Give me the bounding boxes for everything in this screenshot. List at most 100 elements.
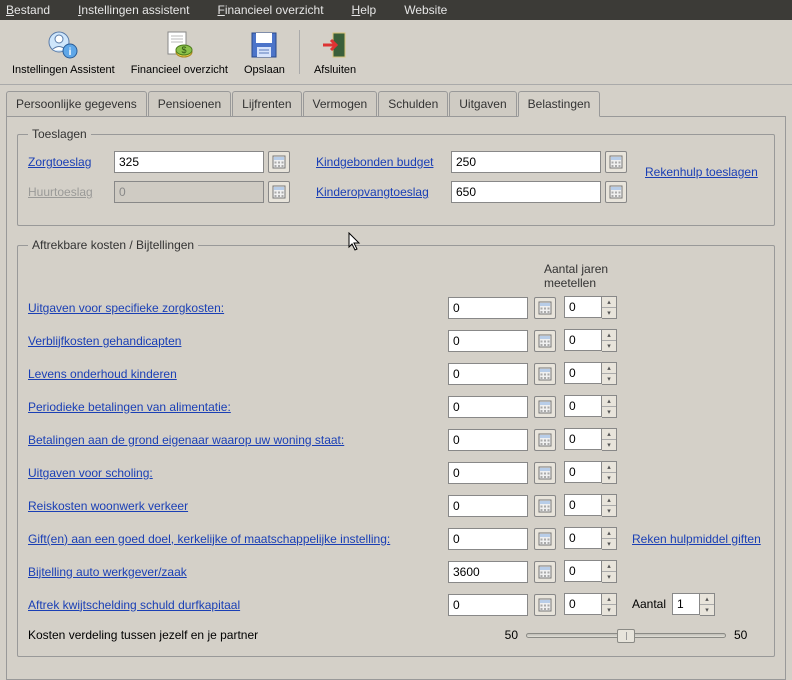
tab-vermogen[interactable]: Vermogen — [303, 91, 378, 117]
tab-belastingen[interactable]: Belastingen — [518, 91, 601, 117]
tab-persoonlijke[interactable]: Persoonlijke gegevens — [6, 91, 147, 117]
years-spinner[interactable]: ▴▾ — [564, 494, 618, 517]
deduction-link[interactable]: Levens onderhoud kinderen — [28, 367, 448, 381]
tab-lijfrenten[interactable]: Lijfrenten — [232, 91, 301, 117]
spinner-up-icon[interactable]: ▴ — [602, 396, 616, 407]
aantal-spinner[interactable]: ▴▾ — [672, 593, 715, 616]
deduction-link[interactable]: Uitgaven voor specifieke zorgkosten: — [28, 301, 448, 315]
years-input[interactable] — [564, 593, 602, 615]
deduction-link[interactable]: Gift(en) aan een goed doel, kerkelijke o… — [28, 532, 448, 546]
years-spinner[interactable]: ▴▾ — [564, 560, 618, 583]
spinner-up-icon[interactable]: ▴ — [602, 561, 616, 572]
deduction-link[interactable]: Bijtelling auto werkgever/zaak — [28, 565, 448, 579]
giften-link[interactable]: Reken hulpmiddel giften — [632, 532, 764, 546]
kinderopvang-input[interactable] — [451, 181, 601, 203]
calculator-icon[interactable] — [534, 528, 556, 550]
deduction-amount-input[interactable] — [448, 561, 528, 583]
spinner-up-icon[interactable]: ▴ — [602, 495, 616, 506]
spinner-down-icon[interactable]: ▾ — [602, 374, 616, 384]
calculator-icon[interactable] — [534, 594, 556, 616]
years-spinner[interactable]: ▴▾ — [564, 461, 618, 484]
spinner-up-icon[interactable]: ▴ — [602, 594, 616, 605]
calculator-icon[interactable] — [534, 363, 556, 385]
spinner-down-icon[interactable]: ▾ — [602, 308, 616, 318]
kindgebonden-link[interactable]: Kindgebonden budget — [316, 155, 451, 169]
tool-financieel[interactable]: $ Financieel overzicht — [123, 26, 236, 78]
spinner-up-icon[interactable]: ▴ — [602, 297, 616, 308]
years-input[interactable] — [564, 494, 602, 516]
spinner-up-icon[interactable]: ▴ — [602, 363, 616, 374]
spinner-down-icon[interactable]: ▾ — [602, 572, 616, 582]
spinner-down-icon[interactable]: ▾ — [602, 407, 616, 417]
years-input[interactable] — [564, 395, 602, 417]
calculator-icon[interactable] — [534, 330, 556, 352]
spinner-down-icon[interactable]: ▾ — [602, 506, 616, 516]
years-spinner[interactable]: ▴▾ — [564, 428, 618, 451]
kindgebonden-input[interactable] — [451, 151, 601, 173]
years-input[interactable] — [564, 560, 602, 582]
calculator-icon[interactable] — [268, 151, 290, 173]
zorgtoeslag-input[interactable] — [114, 151, 264, 173]
deduction-amount-input[interactable] — [448, 330, 528, 352]
deduction-link[interactable]: Uitgaven voor scholing: — [28, 466, 448, 480]
years-spinner[interactable]: ▴▾ — [564, 329, 618, 352]
calculator-icon[interactable] — [605, 181, 627, 203]
tab-schulden[interactable]: Schulden — [378, 91, 448, 117]
years-spinner[interactable]: ▴▾ — [564, 395, 618, 418]
years-spinner[interactable]: ▴▾ — [564, 527, 618, 550]
deduction-amount-input[interactable] — [448, 528, 528, 550]
spinner-down-icon[interactable]: ▾ — [602, 539, 616, 549]
years-input[interactable] — [564, 329, 602, 351]
deduction-link[interactable]: Aftrek kwijtschelding schuld durfkapitaa… — [28, 598, 448, 612]
calculator-icon[interactable] — [534, 297, 556, 319]
tool-afsluiten[interactable]: Afsluiten — [306, 26, 364, 78]
deduction-amount-input[interactable] — [448, 396, 528, 418]
years-input[interactable] — [564, 428, 602, 450]
spinner-down-icon[interactable]: ▾ — [602, 605, 616, 615]
tool-instellingen[interactable]: i Instellingen Assistent — [4, 26, 123, 78]
spinner-up-icon[interactable]: ▴ — [700, 594, 714, 605]
deduction-amount-input[interactable] — [448, 462, 528, 484]
years-input[interactable] — [564, 527, 602, 549]
calculator-icon[interactable] — [605, 151, 627, 173]
deduction-amount-input[interactable] — [448, 429, 528, 451]
years-spinner[interactable]: ▴▾ — [564, 362, 618, 385]
tool-opslaan[interactable]: Opslaan — [236, 26, 293, 78]
deduction-amount-input[interactable] — [448, 594, 528, 616]
years-input[interactable] — [564, 362, 602, 384]
menu-instellingen[interactable]: Instellingen assistent — [78, 3, 203, 17]
calculator-icon[interactable] — [534, 462, 556, 484]
aantal-input[interactable] — [672, 593, 700, 615]
spinner-up-icon[interactable]: ▴ — [602, 462, 616, 473]
deduction-amount-input[interactable] — [448, 297, 528, 319]
deduction-link[interactable]: Periodieke betalingen van alimentatie: — [28, 400, 448, 414]
spinner-up-icon[interactable]: ▴ — [602, 528, 616, 539]
slider-thumb[interactable] — [617, 629, 635, 643]
verdeling-slider[interactable] — [526, 633, 726, 638]
menu-website[interactable]: Website — [404, 3, 447, 17]
spinner-down-icon[interactable]: ▾ — [602, 341, 616, 351]
spinner-down-icon[interactable]: ▾ — [602, 440, 616, 450]
deduction-link[interactable]: Betalingen aan de grond eigenaar waarop … — [28, 433, 448, 447]
deduction-amount-input[interactable] — [448, 495, 528, 517]
deduction-link[interactable]: Reiskosten woonwerk verkeer — [28, 499, 448, 513]
calculator-icon[interactable] — [534, 561, 556, 583]
spinner-up-icon[interactable]: ▴ — [602, 330, 616, 341]
years-spinner[interactable]: ▴▾ — [564, 296, 618, 319]
zorgtoeslag-link[interactable]: Zorgtoeslag — [28, 155, 114, 169]
calculator-icon[interactable] — [534, 396, 556, 418]
calculator-icon[interactable] — [534, 495, 556, 517]
years-spinner[interactable]: ▴▾ — [564, 593, 618, 616]
tab-pensioenen[interactable]: Pensioenen — [148, 91, 231, 117]
kinderopvang-link[interactable]: Kinderopvangtoeslag — [316, 185, 451, 199]
spinner-up-icon[interactable]: ▴ — [602, 429, 616, 440]
spinner-down-icon[interactable]: ▾ — [700, 605, 714, 615]
calculator-icon[interactable] — [268, 181, 290, 203]
rekenhulp-toeslagen-link[interactable]: Rekenhulp toeslagen — [645, 165, 758, 179]
years-input[interactable] — [564, 296, 602, 318]
years-input[interactable] — [564, 461, 602, 483]
menu-financieel[interactable]: Financieel overzicht — [217, 3, 337, 17]
menu-help[interactable]: Help — [352, 3, 391, 17]
calculator-icon[interactable] — [534, 429, 556, 451]
tab-uitgaven[interactable]: Uitgaven — [449, 91, 516, 117]
